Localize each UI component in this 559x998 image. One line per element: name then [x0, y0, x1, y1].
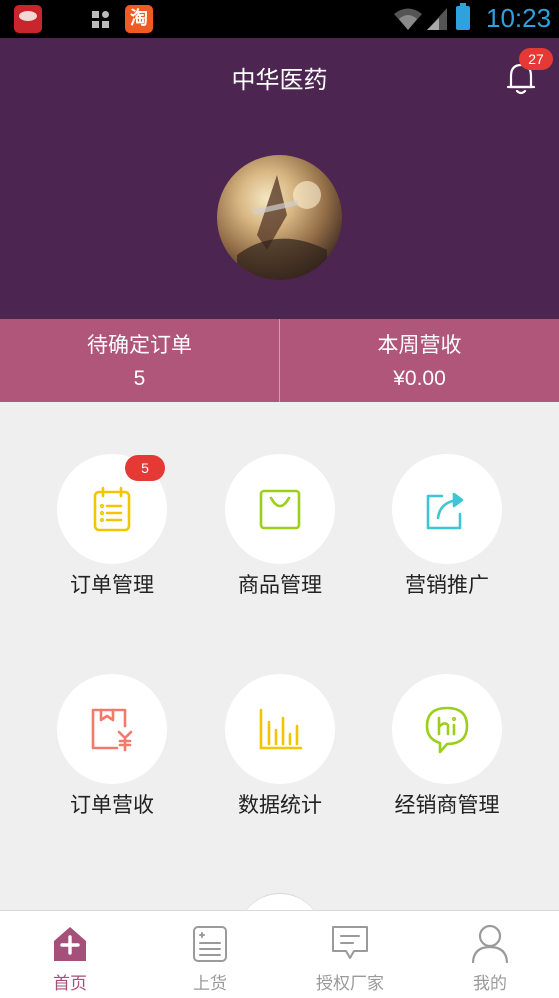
pending-orders-value: 5	[133, 367, 146, 390]
dealer-management-tile[interactable]: 经销商管理	[362, 674, 532, 844]
clock: 10:23	[486, 3, 552, 33]
tile-label: 营销推广	[405, 573, 489, 597]
taobao-app-icon: 淘	[125, 5, 153, 33]
notification-badge: 27	[519, 48, 553, 70]
nav-label: 授权厂家	[316, 974, 384, 994]
profile-icon	[471, 924, 509, 963]
tile-label: 商品管理	[238, 573, 322, 597]
home-icon	[54, 927, 86, 961]
tile-circle	[57, 674, 167, 784]
tile-circle	[225, 674, 335, 784]
tile-label: 订单营收	[70, 793, 154, 817]
order-count-badge: 5	[125, 455, 165, 481]
page-title: 中华医药	[231, 66, 328, 94]
nav-label: 我的	[473, 974, 507, 994]
nav-label: 首页	[53, 974, 87, 994]
tile-label: 数据统计	[238, 793, 322, 817]
nav-authorized-vendors[interactable]: 授权厂家	[280, 911, 420, 998]
product-management-tile[interactable]: 商品管理	[195, 454, 365, 624]
revenue-icon	[91, 708, 133, 752]
weekly-revenue-label: 本周营收	[377, 333, 462, 357]
tile-label: 订单管理	[70, 573, 154, 597]
battery-icon	[456, 3, 470, 30]
pending-orders-summary[interactable]: 待确定订单 5	[0, 319, 279, 402]
nav-profile[interactable]: 我的	[420, 911, 559, 998]
nav-home[interactable]: 首页	[0, 911, 140, 998]
signal-icon	[427, 8, 447, 30]
shopping-bag-icon	[259, 489, 301, 530]
wifi-icon	[394, 8, 422, 30]
tile-label: 经销商管理	[394, 793, 500, 817]
pending-orders-label: 待确定订单	[87, 333, 192, 357]
stock-list-icon	[193, 926, 227, 962]
tile-circle	[392, 674, 502, 784]
nav-label: 上货	[193, 974, 227, 994]
hi-chat-icon	[425, 706, 469, 754]
clipboard-icon	[93, 486, 131, 532]
weekly-revenue-summary[interactable]: 本周营收 ¥0.00	[280, 319, 559, 402]
avatar[interactable]	[217, 155, 342, 280]
marketing-tile[interactable]: 营销推广	[362, 454, 532, 624]
weekly-revenue-value: ¥0.00	[393, 367, 446, 390]
bottom-nav: 首页 上货 授权厂家 我的	[0, 910, 559, 998]
message-icon	[332, 926, 368, 959]
bar-chart-icon	[259, 708, 303, 750]
jd-app-icon	[14, 5, 42, 33]
share-icon	[426, 492, 464, 530]
tile-circle	[225, 454, 335, 564]
tile-circle	[392, 454, 502, 564]
grid-icon	[92, 11, 110, 29]
summary-band: 待确定订单 5 本周营收 ¥0.00	[0, 319, 559, 402]
status-bar: 淘 10:23	[0, 0, 559, 38]
nav-stock[interactable]: 上货	[140, 911, 280, 998]
order-management-tile[interactable]: 5 订单管理	[27, 454, 197, 624]
statistics-tile[interactable]: 数据统计	[195, 674, 365, 844]
profile-header: 中华医药 27	[0, 38, 559, 319]
order-revenue-tile[interactable]: 订单营收	[27, 674, 197, 844]
